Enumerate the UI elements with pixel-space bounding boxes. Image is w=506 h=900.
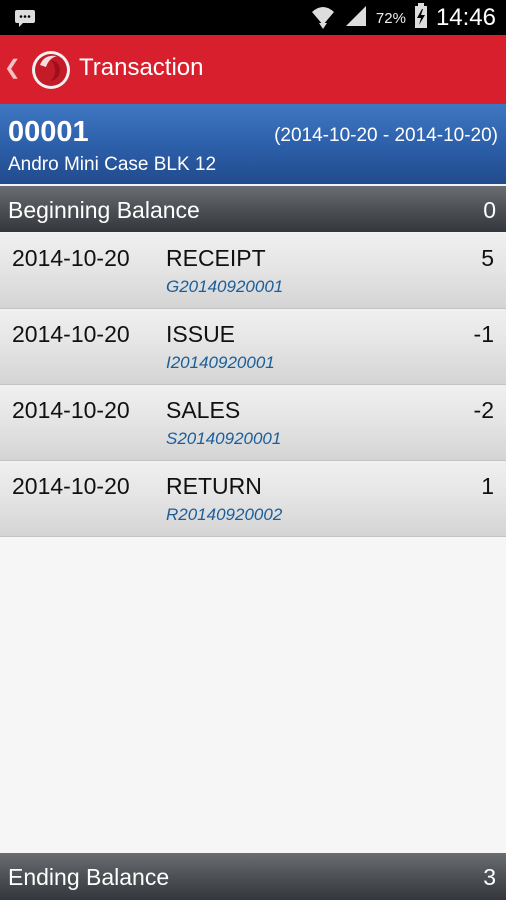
item-code: 00001 — [8, 116, 89, 148]
list-item[interactable]: 2014-10-20 RECEIPT G20140920001 5 — [0, 233, 506, 309]
transaction-ref: I20140920001 — [166, 353, 275, 372]
transaction-date: 2014-10-20 — [12, 245, 130, 271]
battery-charging-icon — [414, 2, 428, 34]
action-bar: ❮ Transaction — [0, 35, 506, 104]
beginning-balance-label: Beginning Balance — [8, 197, 200, 223]
app-logo-icon[interactable] — [30, 49, 72, 96]
item-header: 00001 (2014-10-20 - 2014-10-20) Andro Mi… — [0, 104, 506, 184]
transaction-date: 2014-10-20 — [12, 473, 130, 499]
date-range: (2014-10-20 - 2014-10-20) — [274, 125, 498, 146]
transaction-type: RECEIPT — [166, 245, 266, 271]
transaction-date: 2014-10-20 — [12, 321, 130, 347]
transaction-list: 2014-10-20 RECEIPT G20140920001 5 2014-1… — [0, 233, 506, 537]
transaction-qty: -1 — [473, 321, 494, 347]
transaction-type: ISSUE — [166, 321, 236, 347]
transaction-qty: 5 — [481, 245, 494, 271]
signal-icon — [344, 4, 368, 33]
item-name: Andro Mini Case BLK 12 — [8, 154, 217, 175]
beginning-balance-row: Beginning Balance 0 — [0, 186, 506, 232]
transaction-ref: G20140920001 — [166, 277, 284, 296]
bbm-icon — [14, 9, 36, 32]
transaction-ref: R20140920002 — [166, 505, 283, 524]
list-item[interactable]: 2014-10-20 RETURN R20140920002 1 — [0, 461, 506, 537]
list-item[interactable]: 2014-10-20 ISSUE I20140920001 -1 — [0, 309, 506, 385]
beginning-balance-value: 0 — [483, 197, 496, 223]
list-item[interactable]: 2014-10-20 SALES S20140920001 -2 — [0, 385, 506, 461]
clock: 14:46 — [435, 4, 496, 31]
transaction-type: SALES — [166, 397, 241, 423]
ending-balance-label: Ending Balance — [8, 864, 170, 890]
list-empty-area — [0, 537, 506, 853]
transaction-type: RETURN — [166, 473, 262, 499]
back-icon[interactable]: ❮ — [4, 55, 21, 80]
battery-percentage: 72% — [375, 9, 406, 27]
transaction-date: 2014-10-20 — [12, 397, 130, 423]
status-bar: 72% 14:46 — [0, 0, 506, 35]
wifi-icon — [310, 3, 336, 34]
ending-balance-value: 3 — [483, 864, 496, 890]
transaction-qty: 1 — [481, 473, 494, 499]
ending-balance-row: Ending Balance 3 — [0, 853, 506, 900]
page-title: Transaction — [79, 54, 204, 81]
transaction-ref: S20140920001 — [166, 429, 282, 448]
transaction-qty: -2 — [473, 397, 494, 423]
